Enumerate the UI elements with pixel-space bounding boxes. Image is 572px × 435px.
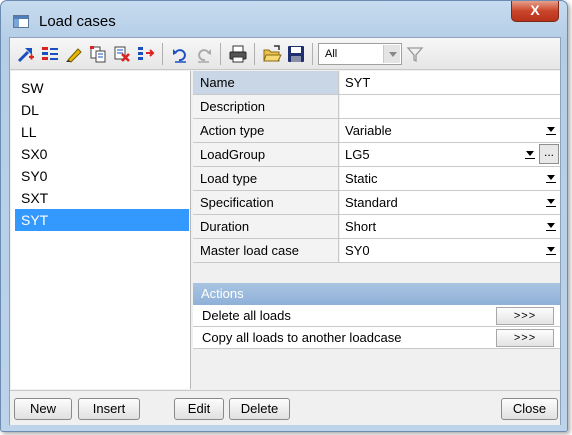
prop-row-load-type: Load type Static	[193, 167, 560, 191]
redo-icon[interactable]	[192, 42, 216, 66]
delete-button[interactable]: Delete	[229, 398, 290, 420]
copy-icon[interactable]	[86, 42, 110, 66]
prop-label: Specification	[193, 191, 339, 214]
bottom-button-bar: New Insert Edit Delete Close	[10, 390, 560, 425]
chevron-down-icon[interactable]	[543, 170, 559, 186]
list-item[interactable]: LL	[17, 121, 189, 143]
action-row-copy-all-loads: Copy all loads to another loadcase >>>	[193, 327, 560, 349]
prop-row-load-group: LoadGroup LG5 ...	[193, 143, 560, 167]
delete-all-loads-button[interactable]: >>>	[496, 307, 554, 325]
prop-label: LoadGroup	[193, 143, 339, 166]
load-case-list[interactable]: SW DL LL SX0 SY0 SXT SYT	[11, 71, 191, 389]
load-group-value: LG5	[345, 147, 370, 162]
list-item[interactable]: SX0	[17, 143, 189, 165]
window-close-button[interactable]: X	[511, 1, 559, 22]
chevron-down-icon[interactable]	[543, 122, 559, 138]
list-item[interactable]: SW	[17, 77, 189, 99]
duration-select[interactable]: Short	[340, 215, 560, 238]
window-title: Load cases	[39, 13, 116, 30]
load-cases-window: Load cases X All SW DL LL SX0 SY0 SXT SY…	[0, 0, 568, 432]
prop-label: Master load case	[193, 239, 339, 262]
actions-header: Actions	[193, 283, 560, 305]
master-load-case-value: SY0	[345, 243, 370, 258]
filter-icon[interactable]	[403, 42, 427, 66]
prop-row-action-type: Action type Variable	[193, 119, 560, 143]
close-button[interactable]: Close	[501, 398, 558, 420]
action-label: Copy all loads to another loadcase	[202, 330, 402, 345]
action-type-select[interactable]: Variable	[340, 119, 560, 142]
action-label: Delete all loads	[202, 308, 291, 323]
open-folder-icon[interactable]	[260, 42, 284, 66]
description-field[interactable]	[340, 95, 560, 118]
list-item[interactable]: SXT	[17, 187, 189, 209]
duration-value: Short	[345, 219, 377, 234]
prop-row-master-load-case: Master load case SY0	[193, 239, 560, 263]
edit-pencil-icon[interactable]	[62, 42, 86, 66]
prop-label: Description	[193, 95, 339, 118]
load-group-select[interactable]: LG5 ...	[340, 143, 560, 166]
chevron-down-icon[interactable]	[543, 218, 559, 234]
prop-label: Load type	[193, 167, 339, 190]
action-type-value: Variable	[345, 123, 392, 138]
prop-row-description: Description	[193, 95, 560, 119]
load-type-select[interactable]: Static	[340, 167, 560, 190]
list-item-selected[interactable]: SYT	[15, 209, 189, 231]
prop-label: Name	[193, 71, 339, 94]
new-button[interactable]: New	[14, 398, 72, 420]
chevron-down-icon[interactable]	[543, 194, 559, 210]
properties-icon[interactable]	[38, 42, 62, 66]
chevron-down-icon[interactable]	[522, 146, 538, 162]
chevron-down-icon[interactable]	[543, 242, 559, 258]
dialog-client-area: All SW DL LL SX0 SY0 SXT SYT Name SYT De…	[9, 37, 561, 425]
master-load-case-select[interactable]: SY0	[340, 239, 560, 262]
specification-value: Standard	[345, 195, 398, 210]
prop-row-specification: Specification Standard	[193, 191, 560, 215]
load-type-value: Static	[345, 171, 378, 186]
undo-icon[interactable]	[168, 42, 192, 66]
edit-button[interactable]: Edit	[174, 398, 224, 420]
delete-case-icon[interactable]	[110, 42, 134, 66]
prop-row-name: Name SYT	[193, 71, 560, 95]
toolbar: All	[10, 38, 560, 70]
insert-button[interactable]: Insert	[78, 398, 140, 420]
new-case-icon[interactable]	[14, 42, 38, 66]
specification-select[interactable]: Standard	[340, 191, 560, 214]
list-item[interactable]: DL	[17, 99, 189, 121]
prop-label: Duration	[193, 215, 339, 238]
filter-dropdown[interactable]: All	[318, 43, 402, 65]
name-field[interactable]: SYT	[340, 71, 560, 94]
prop-row-duration: Duration Short	[193, 215, 560, 239]
filter-dropdown-value: All	[325, 48, 338, 60]
property-grid: Name SYT Description Action type Variabl…	[193, 71, 560, 389]
print-icon[interactable]	[226, 42, 250, 66]
title-bar[interactable]: Load cases X	[1, 1, 567, 37]
prop-label: Action type	[193, 119, 339, 142]
reorder-icon[interactable]	[134, 42, 158, 66]
save-disk-icon[interactable]	[284, 42, 308, 66]
window-app-icon	[13, 15, 29, 28]
action-row-delete-all-loads: Delete all loads >>>	[193, 305, 560, 327]
chevron-down-icon[interactable]	[383, 45, 400, 63]
load-group-browse-button[interactable]: ...	[539, 144, 559, 164]
copy-all-loads-button[interactable]: >>>	[496, 329, 554, 347]
list-item[interactable]: SY0	[17, 165, 189, 187]
